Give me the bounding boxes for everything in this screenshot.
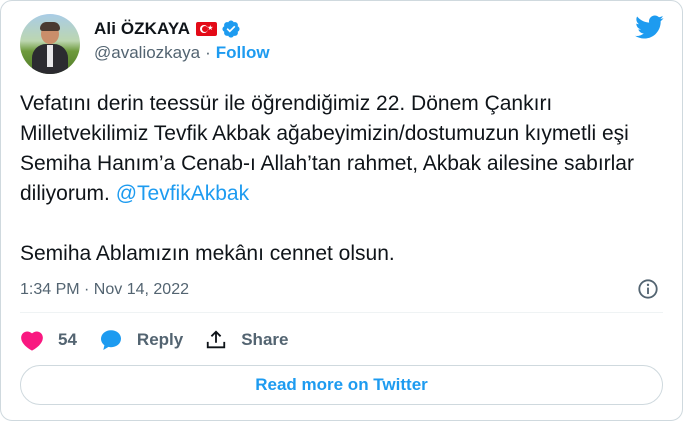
turkey-flag-icon: ★: [196, 22, 218, 36]
tweet-text: Vefatını derin teessür ile öğrendiğimiz …: [20, 89, 660, 269]
share-button[interactable]: Share: [205, 329, 288, 351]
like-count: 54: [58, 330, 77, 349]
info-icon[interactable]: [637, 278, 659, 300]
separator-dot: ·: [205, 43, 211, 62]
name-row: Ali ÖZKAYA ★: [94, 17, 241, 41]
verified-badge-icon: [222, 20, 240, 38]
share-label: Share: [241, 330, 289, 349]
mention-link[interactable]: @TevfikAkbak: [116, 182, 249, 205]
avatar[interactable]: [20, 14, 80, 74]
divider: [20, 312, 663, 313]
action-bar: 54 Reply Share: [20, 325, 310, 355]
share-upload-icon: [207, 330, 226, 349]
display-name[interactable]: Ali ÖZKAYA: [94, 19, 190, 39]
handle-row: @avaliozkaya · Follow: [94, 43, 270, 63]
reply-bubble-icon: [100, 330, 121, 350]
reply-button[interactable]: Reply: [99, 328, 183, 352]
user-handle[interactable]: @avaliozkaya: [94, 43, 200, 63]
timestamp-link[interactable]: 1:34 PM · Nov 14, 2022: [20, 281, 189, 299]
heart-icon: [21, 331, 43, 351]
meta-row: 1:34 PM · Nov 14, 2022: [20, 277, 663, 303]
twitter-bird-icon[interactable]: [634, 14, 664, 40]
reply-label: Reply: [136, 330, 184, 349]
follow-button[interactable]: Follow: [216, 43, 270, 63]
read-more-button[interactable]: Read more on Twitter: [20, 365, 663, 405]
tweet-card: Ali ÖZKAYA ★ @avaliozkaya · Follow Vefat…: [0, 0, 683, 421]
tweet-text-part-2: Semiha Ablamızın mekânı cennet olsun.: [20, 242, 395, 265]
like-button[interactable]: 54: [20, 329, 77, 351]
tweet-header: Ali ÖZKAYA ★ @avaliozkaya · Follow: [20, 14, 664, 74]
tweet-text-part-1: Vefatını derin teessür ile öğrendiğimiz …: [20, 92, 640, 205]
